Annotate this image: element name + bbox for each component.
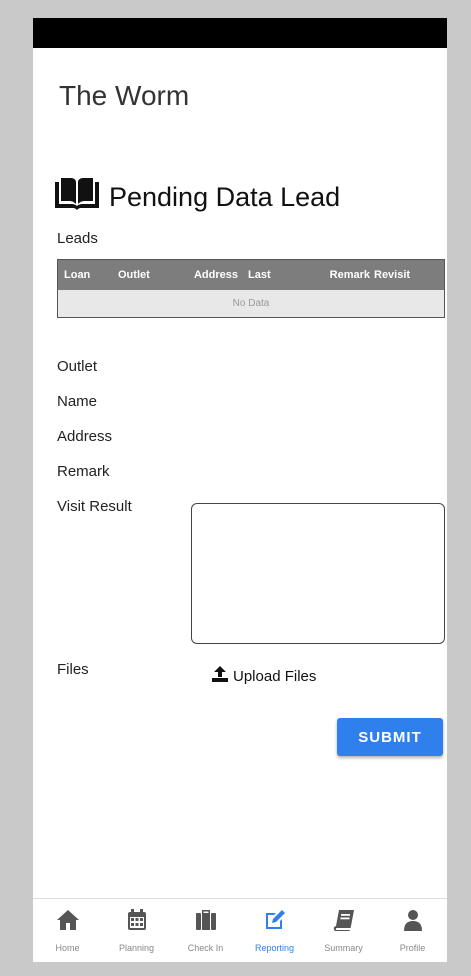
nav-item-check-in[interactable]: Check In xyxy=(171,908,240,953)
nav-label-profile: Profile xyxy=(399,943,426,953)
open-book-icon xyxy=(53,176,101,219)
status-bar xyxy=(33,18,447,48)
upload-files-label: Upload Files xyxy=(233,667,317,685)
section-title: Pending Data Lead xyxy=(53,176,340,219)
visit-result-label: Visit Result xyxy=(57,498,132,515)
app-screen: The Worm Pending Data Lead Leads Loan Ou… xyxy=(33,18,447,962)
remark-label: Remark xyxy=(57,463,110,480)
user-icon xyxy=(401,908,425,937)
home-icon xyxy=(56,908,80,937)
nav-item-planning[interactable]: Planning xyxy=(102,908,171,953)
outlet-label: Outlet xyxy=(57,358,98,375)
nav-item-profile[interactable]: Profile xyxy=(378,908,447,953)
visit-result-input[interactable] xyxy=(191,503,445,644)
calendar-icon xyxy=(125,908,149,937)
nav-label-reporting: Reporting xyxy=(254,943,295,953)
files-label: Files xyxy=(57,661,89,678)
edit-icon xyxy=(263,908,287,937)
nav-item-reporting[interactable]: Reporting xyxy=(240,908,309,953)
nav-label-home: Home xyxy=(55,943,80,953)
bottom-nav: Home Planning Check In Reporting Summary… xyxy=(33,898,447,962)
column-header-loan[interactable]: Loan xyxy=(64,269,118,281)
submit-button[interactable]: SUBMIT xyxy=(337,718,443,756)
leads-label: Leads xyxy=(57,230,98,247)
book-icon xyxy=(332,908,356,937)
address-label: Address xyxy=(57,428,113,445)
nav-item-home[interactable]: Home xyxy=(33,908,102,953)
name-label: Name xyxy=(57,393,98,410)
nav-item-summary[interactable]: Summary xyxy=(309,908,378,953)
nav-label-check-in: Check In xyxy=(187,943,224,953)
leads-table: Loan Outlet Address Last Remark Revisit … xyxy=(57,259,445,318)
app-title: The Worm xyxy=(59,80,190,111)
column-header-address[interactable]: Address xyxy=(180,269,242,281)
suitcase-icon xyxy=(194,908,218,937)
column-header-remark[interactable]: Remark xyxy=(282,269,374,281)
nav-label-summary: Summary xyxy=(324,943,363,953)
column-header-last[interactable]: Last xyxy=(242,269,282,281)
leads-empty-message: No Data xyxy=(58,290,444,317)
column-header-revisit[interactable]: Revisit xyxy=(374,269,424,281)
leads-table-header: Loan Outlet Address Last Remark Revisit xyxy=(58,260,444,290)
upload-icon xyxy=(211,665,229,687)
upload-files-button[interactable]: Upload Files xyxy=(211,665,316,687)
nav-label-planning: Planning xyxy=(118,943,155,953)
column-header-outlet[interactable]: Outlet xyxy=(118,269,180,281)
section-title-text: Pending Data Lead xyxy=(109,182,341,212)
